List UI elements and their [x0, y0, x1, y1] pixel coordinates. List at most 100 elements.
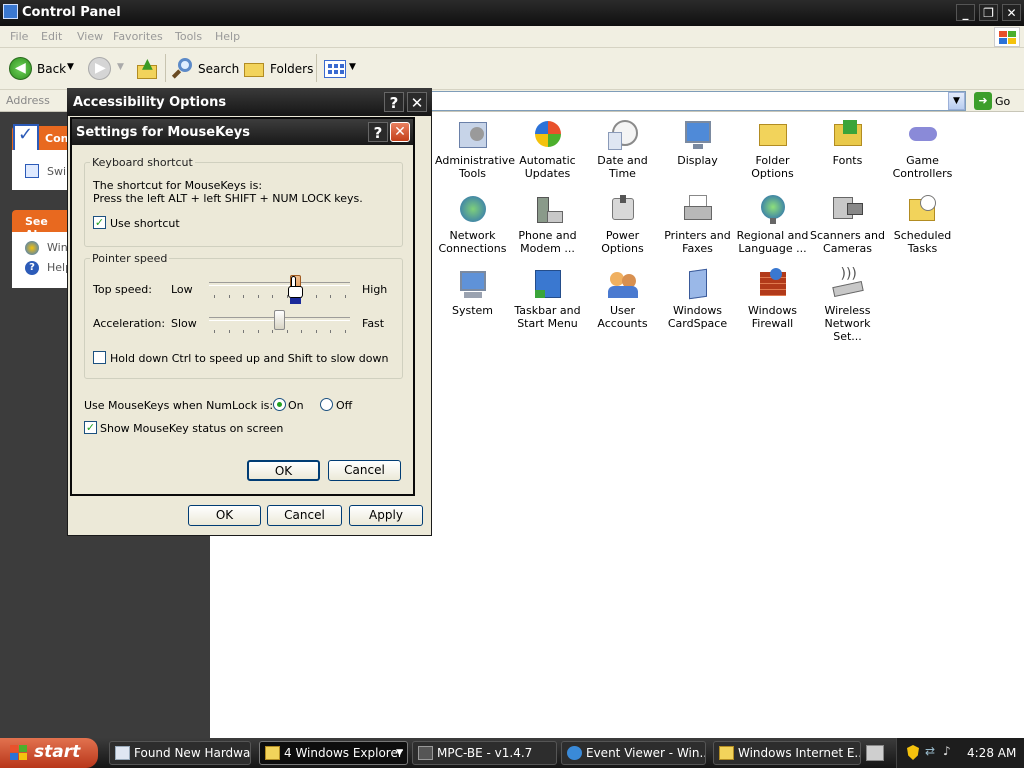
back-dropdown-icon[interactable]: ▼: [67, 62, 74, 72]
maximize-button[interactable]: ❐: [979, 4, 998, 21]
search-label[interactable]: Search: [198, 62, 239, 76]
item-label-line2: Start Menu: [517, 317, 578, 330]
system-tray: ⇄ ♪ 4:28 AM: [896, 738, 1024, 768]
accessibility-dialog-title-bar[interactable]: Accessibility Options ? ✕: [67, 88, 432, 116]
keyboard-icon[interactable]: [866, 745, 884, 761]
numlock-on-radio[interactable]: [273, 398, 286, 411]
show-status-checkbox[interactable]: ✓: [84, 421, 97, 434]
minimize-button[interactable]: _: [956, 4, 975, 21]
mousekeys-ok-button[interactable]: OK: [247, 460, 320, 481]
go-arrow-icon[interactable]: ➜: [974, 92, 992, 110]
acceleration-slider[interactable]: [209, 310, 350, 342]
mousekeys-dialog-title-bar[interactable]: Settings for MouseKeys ? ✕: [72, 119, 413, 145]
accessibility-apply-button[interactable]: Apply: [349, 505, 423, 526]
cp-regional-and-language[interactable]: Regional and Language ...: [735, 193, 810, 255]
menu-view[interactable]: View: [77, 30, 103, 43]
task-event-viewer[interactable]: Event Viewer - Win...: [561, 741, 706, 765]
mousekeys-dialog-title: Settings for MouseKeys: [76, 125, 250, 140]
forward-arrow-icon[interactable]: ▶: [88, 57, 111, 80]
back-arrow-icon[interactable]: ◀: [9, 57, 32, 80]
menu-help[interactable]: Help: [215, 30, 240, 43]
ie-window-icon: [719, 746, 734, 760]
volume-icon[interactable]: ♪: [943, 744, 951, 758]
clock[interactable]: 4:28 AM: [967, 746, 1016, 760]
task-internet-explorer[interactable]: Windows Internet E...: [713, 741, 861, 765]
cp-date-and-time[interactable]: Date and Time: [585, 118, 660, 180]
task-windows-explorer[interactable]: 4 Windows Explorer ▼: [259, 741, 408, 765]
task-mpc-be[interactable]: MPC-BE - v1.4.7: [412, 741, 557, 765]
forward-dropdown-icon[interactable]: ▼: [117, 62, 124, 72]
search-icon[interactable]: [171, 58, 194, 80]
cp-system[interactable]: System: [435, 268, 510, 317]
security-shield-icon[interactable]: [907, 745, 919, 760]
menu-favorites[interactable]: Favorites: [113, 30, 163, 43]
windows-update-link[interactable]: Win: [47, 241, 68, 254]
numlock-off-radio[interactable]: [320, 398, 333, 411]
folders-icon[interactable]: [244, 60, 266, 78]
accessibility-ok-button[interactable]: OK: [188, 505, 261, 526]
cp-windows-firewall[interactable]: Windows Firewall: [735, 268, 810, 330]
item-label-line2: CardSpace: [667, 317, 728, 330]
folders-label[interactable]: Folders: [270, 62, 313, 76]
mousekeys-help-button[interactable]: ?: [368, 122, 388, 142]
menu-tools[interactable]: Tools: [175, 30, 202, 43]
close-button[interactable]: ✕: [1002, 4, 1021, 21]
cp-display[interactable]: Display: [660, 118, 735, 167]
go-button[interactable]: Go: [995, 95, 1010, 108]
mousekeys-cancel-button[interactable]: Cancel: [328, 460, 401, 481]
task-found-new-hardware[interactable]: Found New Hardwa...: [109, 741, 251, 765]
cp-network-connections[interactable]: Network Connections: [435, 193, 510, 255]
wireless-icon: ))): [831, 267, 865, 302]
item-label-line1: Taskbar and: [514, 304, 581, 317]
switch-view-link[interactable]: Swi: [47, 165, 66, 178]
item-label-line1: Game: [906, 154, 939, 167]
accessibility-cancel-button[interactable]: Cancel: [267, 505, 342, 526]
cp-fonts[interactable]: Fonts: [810, 118, 885, 167]
toolbar: ◀ Back ▼ ▶ ▼ ▲ Search Folders ▼: [0, 48, 1024, 90]
back-label[interactable]: Back: [37, 62, 66, 76]
top-speed-slider[interactable]: [209, 275, 350, 307]
accessibility-help-button[interactable]: ?: [384, 92, 404, 112]
mousekeys-close-button[interactable]: ✕: [390, 122, 410, 142]
views-icon[interactable]: [324, 60, 346, 78]
cp-game-controllers[interactable]: Game Controllers: [885, 118, 960, 180]
accessibility-close-button[interactable]: ✕: [407, 92, 427, 112]
address-dropdown-icon[interactable]: ▼: [948, 92, 965, 110]
hold-ctrl-label[interactable]: Hold down Ctrl to speed up and Shift to …: [110, 352, 388, 365]
slider-tick: [243, 295, 244, 298]
cp-phone-and-modem[interactable]: Phone and Modem ...: [510, 193, 585, 255]
window-title-bar[interactable]: Control Panel _ ❐ ✕: [0, 0, 1024, 26]
cp-user-accounts[interactable]: User Accounts: [585, 268, 660, 330]
cp-administrative-tools[interactable]: Administrative Tools: [435, 118, 515, 180]
cp-automatic-updates[interactable]: Automatic Updates: [510, 118, 585, 180]
folder-options-icon: [756, 118, 790, 152]
item-label-line2: Modem ...: [520, 242, 575, 255]
game-controller-icon: [906, 118, 940, 152]
numlock-on-label[interactable]: On: [288, 399, 304, 412]
use-shortcut-label[interactable]: Use shortcut: [110, 217, 180, 230]
acceleration-thumb[interactable]: [274, 310, 285, 330]
menu-file[interactable]: File: [10, 30, 28, 43]
task-group-dropdown-icon[interactable]: ▼: [396, 742, 403, 764]
up-folder-icon[interactable]: ▲: [136, 56, 158, 80]
cp-power-options[interactable]: Power Options: [585, 193, 660, 255]
network-icon[interactable]: ⇄: [925, 744, 935, 758]
start-button[interactable]: start: [0, 738, 98, 768]
cp-wireless-network-setup[interactable]: ))) Wireless Network Set...: [810, 267, 885, 343]
views-dropdown-icon[interactable]: ▼: [349, 62, 356, 72]
cp-printers-and-faxes[interactable]: Printers and Faxes: [660, 193, 735, 255]
cp-folder-options[interactable]: Folder Options: [735, 118, 810, 180]
menu-edit[interactable]: Edit: [41, 30, 62, 43]
cp-windows-cardspace[interactable]: Windows CardSpace: [660, 268, 735, 330]
use-shortcut-checkbox[interactable]: ✓: [93, 216, 106, 229]
numlock-off-label[interactable]: Off: [336, 399, 352, 412]
show-status-label[interactable]: Show MouseKey status on screen: [100, 422, 283, 435]
cp-scanners-and-cameras[interactable]: Scanners and Cameras: [810, 193, 885, 255]
cp-scheduled-tasks[interactable]: Scheduled Tasks: [885, 193, 960, 255]
network-globe-icon: [456, 193, 490, 227]
hold-ctrl-checkbox[interactable]: [93, 351, 106, 364]
address-input[interactable]: [431, 91, 966, 111]
slider-tick: [272, 295, 273, 298]
cp-taskbar-and-start-menu[interactable]: Taskbar and Start Menu: [510, 268, 585, 330]
automatic-updates-icon: [531, 118, 565, 152]
